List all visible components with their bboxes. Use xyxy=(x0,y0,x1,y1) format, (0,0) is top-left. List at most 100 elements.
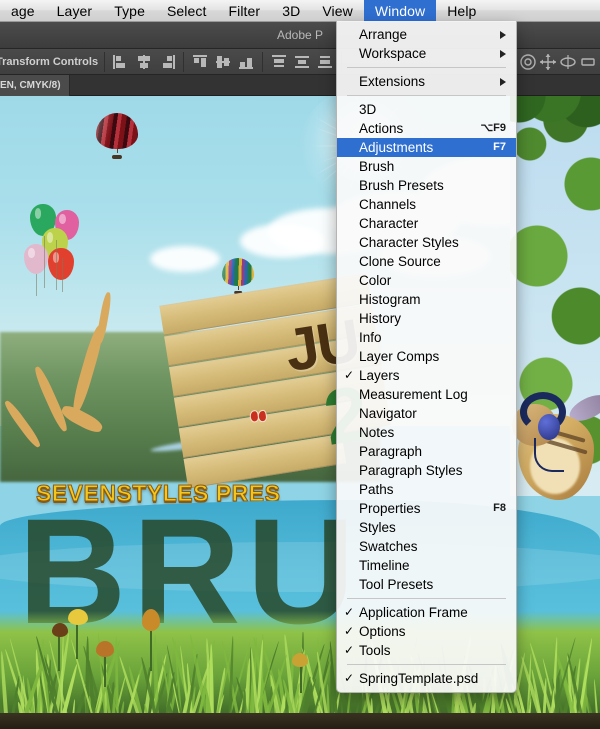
menu-item-history[interactable]: History xyxy=(337,309,516,328)
menu-item-springtemplate-psd[interactable]: ✓ SpringTemplate.psd xyxy=(337,669,516,688)
menubar-item-view[interactable]: View xyxy=(311,0,364,22)
menubar-item-age[interactable]: age xyxy=(0,0,46,22)
menu-item-label: SpringTemplate.psd xyxy=(359,669,506,688)
distribute-bottom-edges-icon[interactable] xyxy=(315,52,335,72)
menubar-item-layer[interactable]: Layer xyxy=(46,0,104,22)
menu-item-timeline[interactable]: Timeline xyxy=(337,556,516,575)
menu-item-measurement-log[interactable]: Measurement Log xyxy=(337,385,516,404)
distribute-vertical-centers-icon[interactable] xyxy=(292,52,312,72)
menu-item-label: Actions xyxy=(359,119,470,138)
menu-item-label: Measurement Log xyxy=(359,385,506,404)
submenu-arrow-icon xyxy=(500,78,506,86)
menu-item-label: Tool Presets xyxy=(359,575,506,594)
align-vertical-group[interactable] xyxy=(190,52,256,72)
menu-item-color[interactable]: Color xyxy=(337,271,516,290)
menu-item-character-styles[interactable]: Character Styles xyxy=(337,233,516,252)
menubar-item-3d[interactable]: 3D xyxy=(271,0,311,22)
submenu-arrow-icon xyxy=(500,31,506,39)
menu-item-label: Arrange xyxy=(359,25,492,44)
menu-separator xyxy=(347,67,506,68)
cloud xyxy=(240,224,326,258)
menu-item-paragraph-styles[interactable]: Paragraph Styles xyxy=(337,461,516,480)
menu-item-clone-source[interactable]: Clone Source xyxy=(337,252,516,271)
menu-item-label: Swatches xyxy=(359,537,506,556)
3d-scale-icon[interactable] xyxy=(578,52,598,72)
document-tab[interactable]: EN, CMYK/8) xyxy=(0,75,70,96)
menu-separator xyxy=(347,598,506,599)
menu-item-application-frame[interactable]: ✓ Application Frame xyxy=(337,603,516,622)
3d-slide-icon[interactable] xyxy=(558,52,578,72)
3d-orbit-icon[interactable] xyxy=(518,52,538,72)
menu-item-properties[interactable]: Properties F8 xyxy=(337,499,516,518)
distribute-group[interactable] xyxy=(269,52,335,72)
menu-item-label: Layers xyxy=(359,366,506,385)
menu-item-swatches[interactable]: Swatches xyxy=(337,537,516,556)
menu-item-brush[interactable]: Brush xyxy=(337,157,516,176)
menu-item-layers[interactable]: ✓ Layers xyxy=(337,366,516,385)
menubar-item-select[interactable]: Select xyxy=(156,0,218,22)
align-horizontal-centers-icon[interactable] xyxy=(134,52,154,72)
3d-pan-icon[interactable] xyxy=(538,52,558,72)
menu-item-styles[interactable]: Styles xyxy=(337,518,516,537)
menu-item-3d[interactable]: 3D xyxy=(337,100,516,119)
menu-item-paths[interactable]: Paths xyxy=(337,480,516,499)
menu-item-label: Clone Source xyxy=(359,252,506,271)
menu-item-label: Brush Presets xyxy=(359,176,506,195)
align-top-edges-icon[interactable] xyxy=(190,52,210,72)
menu-item-label: Channels xyxy=(359,195,506,214)
align-right-edges-icon[interactable] xyxy=(157,52,177,72)
menu-item-options[interactable]: ✓ Options xyxy=(337,622,516,641)
menu-item-adjustments[interactable]: Adjustments F7 xyxy=(337,138,516,157)
align-horizontal-group[interactable] xyxy=(111,52,177,72)
menu-bar[interactable]: age Layer Type Select Filter 3D View Window Help xyxy=(0,0,600,22)
menu-item-character[interactable]: Character xyxy=(337,214,516,233)
tree-canopy xyxy=(510,96,600,166)
menu-item-label: Brush xyxy=(359,157,506,176)
menu-item-workspace[interactable]: Workspace xyxy=(337,44,516,63)
menu-item-label: Workspace xyxy=(359,44,492,63)
menu-item-info[interactable]: Info xyxy=(337,328,516,347)
menu-item-extensions[interactable]: Extensions xyxy=(337,72,516,91)
align-bottom-edges-icon[interactable] xyxy=(236,52,256,72)
transform-controls-label: Transform Controls xyxy=(0,56,98,68)
menubar-item-type[interactable]: Type xyxy=(103,0,156,22)
submenu-arrow-icon xyxy=(500,50,506,58)
menu-item-label: Layer Comps xyxy=(359,347,506,366)
checkmark-icon: ✓ xyxy=(344,603,354,622)
distribute-top-edges-icon[interactable] xyxy=(269,52,289,72)
menu-item-label: Properties xyxy=(359,499,483,518)
menu-item-label: Adjustments xyxy=(359,138,483,157)
menu-item-navigator[interactable]: Navigator xyxy=(337,404,516,423)
menu-item-tool-presets[interactable]: Tool Presets xyxy=(337,575,516,594)
hot-air-balloon-red xyxy=(96,113,138,159)
menu-separator xyxy=(347,95,506,96)
menu-item-label: Character Styles xyxy=(359,233,506,252)
menu-item-notes[interactable]: Notes xyxy=(337,423,516,442)
menu-item-label: Navigator xyxy=(359,404,506,423)
menu-separator xyxy=(347,664,506,665)
menu-item-label: Extensions xyxy=(359,72,492,91)
headphone-earcup-icon xyxy=(538,414,560,440)
menu-item-histogram[interactable]: Histogram xyxy=(337,290,516,309)
menu-item-brush-presets[interactable]: Brush Presets xyxy=(337,176,516,195)
menu-item-layer-comps[interactable]: Layer Comps xyxy=(337,347,516,366)
menu-item-actions[interactable]: Actions ⌥F9 xyxy=(337,119,516,138)
menubar-item-window[interactable]: Window xyxy=(364,0,436,22)
checkmark-icon: ✓ xyxy=(344,622,354,641)
menu-item-tools[interactable]: ✓ Tools xyxy=(337,641,516,660)
toolbar-separator xyxy=(104,52,105,72)
align-vertical-centers-icon[interactable] xyxy=(213,52,233,72)
window-menu-dropdown[interactable]: Arrange Workspace Extensions 3D Actions ⌥F9 Ad… xyxy=(336,21,517,693)
menubar-item-filter[interactable]: Filter xyxy=(217,0,271,22)
chipmunk-with-headphones xyxy=(514,392,598,512)
checkmark-icon: ✓ xyxy=(344,669,354,688)
photoshop-window: JU 2 SEVENSTYLES PRES BRU xyxy=(0,0,600,729)
menu-item-arrange[interactable]: Arrange xyxy=(337,25,516,44)
align-left-edges-icon[interactable] xyxy=(111,52,131,72)
menu-item-label: Options xyxy=(359,622,506,641)
menu-item-label: Tools xyxy=(359,641,506,660)
menu-item-label: Timeline xyxy=(359,556,506,575)
menubar-item-help[interactable]: Help xyxy=(436,0,487,22)
menu-item-channels[interactable]: Channels xyxy=(337,195,516,214)
menu-item-paragraph[interactable]: Paragraph xyxy=(337,442,516,461)
